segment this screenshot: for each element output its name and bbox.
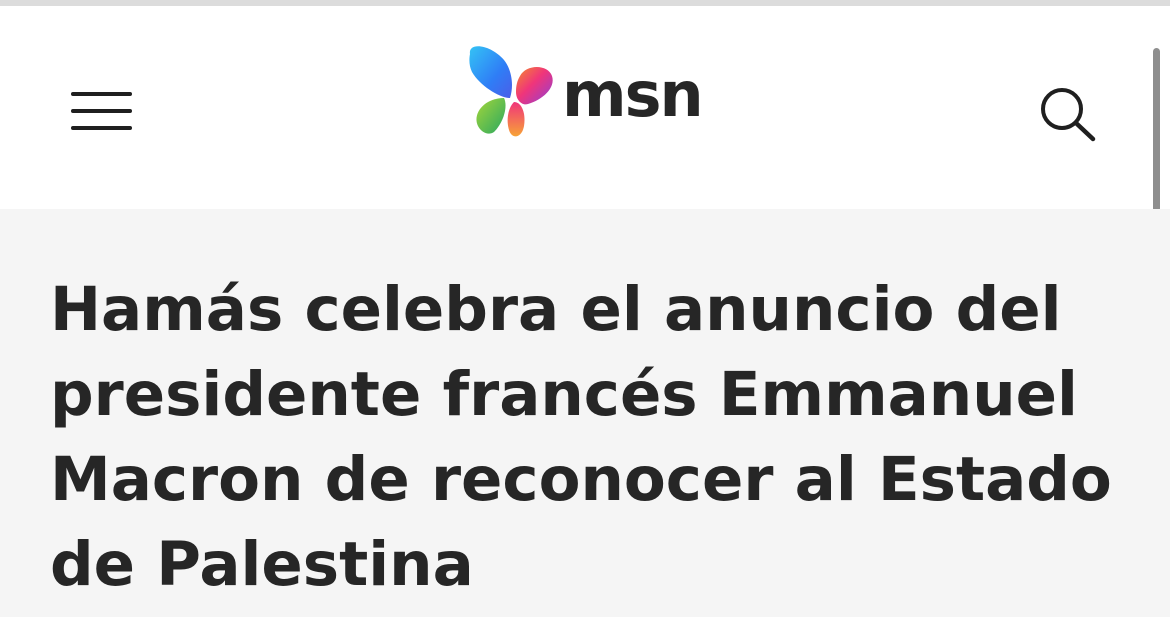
- scrollbar[interactable]: [1150, 40, 1162, 220]
- search-button[interactable]: [1034, 84, 1100, 146]
- butterfly-logo-icon: [469, 46, 553, 137]
- article-headline: Hamás celebra el anuncio del presidente …: [50, 274, 1112, 600]
- article-section: Hamás celebra el anuncio del presidente …: [0, 209, 1170, 617]
- scrollbar-thumb[interactable]: [1153, 48, 1160, 212]
- site-header: msn: [0, 6, 1170, 209]
- page: msn Hamás celebra el anuncio del preside…: [0, 0, 1170, 617]
- msn-logo[interactable]: msn: [464, 42, 704, 142]
- logo-wordmark: msn: [562, 57, 704, 131]
- hamburger-menu-button[interactable]: [66, 86, 136, 136]
- search-icon: [1041, 88, 1096, 142]
